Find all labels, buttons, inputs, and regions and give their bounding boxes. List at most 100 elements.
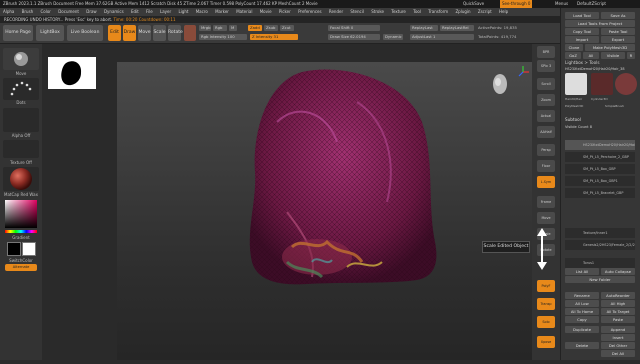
material-swatch[interactable] [184,25,196,41]
m-toggle[interactable]: M [229,25,237,31]
home-page-button[interactable]: Home Page [3,25,33,41]
secondary-color-swatch[interactable] [22,242,36,256]
menu-texture[interactable]: Texture [391,9,406,14]
paste-tool-button[interactable]: Paste Tool [601,28,635,35]
append-button[interactable]: Append [601,326,635,333]
menu-layer[interactable]: Layer [160,9,171,14]
menu-material[interactable]: Material [236,9,252,14]
dynamic-toggle[interactable]: Dynamic [383,34,403,40]
polyf-button[interactable]: PolyF [537,280,555,292]
duplicate-button[interactable]: Duplicate [565,326,599,333]
load-tools-from-project-button[interactable]: Load Tools From Project [565,20,635,27]
subtool-item-3[interactable]: SM_Pt_L5_Box_GBP [565,164,635,174]
menu-render[interactable]: Render [329,9,343,14]
navigation-head-gizmo[interactable] [489,70,511,100]
menus-button[interactable]: Menus [555,0,568,8]
menu-color[interactable]: Color [40,9,50,14]
zcut-toggle[interactable]: Zcut [280,25,294,31]
texture-slot[interactable] [3,140,39,158]
paste-button[interactable]: Paste [601,316,635,323]
menu-movie[interactable]: Movie [260,9,272,14]
menu-file[interactable]: File [146,9,153,14]
delete-button[interactable]: Delete [565,342,599,349]
all-low-button[interactable]: All Low [565,300,599,307]
aahalf-button[interactable]: AAHalf [537,126,555,138]
menu-marker[interactable]: Marker [215,9,229,14]
auto-reorder-button[interactable]: AutoReorder [601,292,635,299]
menu-picker[interactable]: Picker [279,9,291,14]
all-to-home-button[interactable]: All To Home [565,308,599,315]
list-all-button[interactable]: List All [565,268,599,275]
save-as-button[interactable]: Save As [601,12,635,19]
subtool-item-2[interactable]: SM_Pt_L5_Perchoire_2_GBP [565,152,635,162]
visible-button[interactable]: Visible [601,52,625,59]
insert-button[interactable]: Insert [601,334,635,341]
lsym-button[interactable]: L.Sym [537,176,555,188]
spix-button[interactable]: SPix 3 [537,60,555,72]
menu-document[interactable]: Document [58,9,79,14]
mrgb-toggle[interactable]: Mrgb [199,25,211,31]
menu-zplugin[interactable]: Zplugin [455,9,470,14]
all-button[interactable]: All [583,52,599,59]
all-high-button[interactable]: All High [601,300,635,307]
goz-button[interactable]: GoZ [565,52,581,59]
zadd-toggle[interactable]: Zadd [248,25,262,31]
hue-strip[interactable] [5,230,37,233]
menu-preferences[interactable]: Preferences [298,9,322,14]
subtool-item-6[interactable]: Texture/Inner1 [565,228,635,238]
menu-zscript[interactable]: Zscript [478,9,492,14]
transp-button[interactable]: Transp [537,298,555,310]
3d-viewport[interactable] [117,62,532,360]
zsub-toggle[interactable]: Zsub [264,25,278,31]
rename-button[interactable]: Rename [565,292,599,299]
menu-draw[interactable]: Draw [86,9,96,14]
default-zscript-button[interactable]: DefaultZScript [577,0,606,8]
subtool-header[interactable]: Subtool [565,117,581,123]
lightbox-button[interactable]: LightBox [36,25,64,41]
new-folder-button[interactable]: New Folder [565,276,635,283]
scroll-button[interactable]: Scroll [537,78,555,90]
adjust-last-slider[interactable]: AdjustLast 1 [410,34,474,40]
z-intensity-slider[interactable]: Z Intensity 31 [250,34,298,40]
subtool-item-1[interactable]: HS23XtxtDemoH20/Hair20/Hair08P7 [565,140,635,150]
subtool-item-7[interactable]: Genesis2/2HS23/Female_2/2/2 [565,240,635,250]
make-polymesh3d-button[interactable]: Make PolyMesh3D [585,44,635,51]
alpha-slot[interactable] [3,108,39,132]
move-view-button[interactable]: Move [537,212,555,224]
menu-alpha[interactable]: Alpha [3,9,14,14]
replay-last-button[interactable]: ReplayLast [410,25,438,31]
hair-tool-thumb[interactable] [565,73,587,95]
stroke-slot[interactable] [3,78,39,100]
zoom-button[interactable]: Zoom [537,94,555,106]
rgb-intensity-slider[interactable]: Rgb Intensity 100 [199,34,247,40]
menu-dynamics[interactable]: Dynamics [104,9,124,14]
replay-last-rel-button[interactable]: ReplayLastRel [440,25,474,31]
focal-shift-slider[interactable]: Focal Shift 0 [328,25,380,31]
copy-tool-button[interactable]: Copy Tool [565,28,599,35]
cylinder-tool-thumb[interactable] [591,73,613,95]
switch-color-label[interactable]: SwitchColor [0,258,42,263]
edit-button[interactable]: Edit [108,25,121,41]
menu-light[interactable]: Light [178,9,188,14]
axis-gizmo[interactable] [515,64,531,80]
brush-slot[interactable] [3,48,39,70]
menu-tool[interactable]: Tool [413,9,421,14]
color-picker[interactable] [5,200,37,228]
scale-button[interactable]: Scale [153,25,166,41]
menu-transform[interactable]: Transform [428,9,448,14]
rotate-button[interactable]: Rotate [168,25,183,41]
bpr-button[interactable]: BPR [537,46,555,58]
del-all-button[interactable]: Del All [601,350,635,357]
copy-button[interactable]: Copy [565,316,599,323]
polymesh-tool-thumb[interactable] [615,73,637,95]
material-slot[interactable] [3,167,39,191]
menu-stroke[interactable]: Stroke [371,9,384,14]
navigation-thumbnail[interactable] [48,57,96,89]
subtool-item-4[interactable]: SM_Pt_L5_Box_GBP1 [565,176,635,186]
persp-button[interactable]: Persp [537,144,555,156]
draw-button[interactable]: Draw [123,25,136,41]
quicksave-button[interactable]: QuickSave [463,0,484,8]
xpose-button[interactable]: Xpose [537,336,555,348]
del-other-button[interactable]: Del Other [601,342,635,349]
move-button[interactable]: Move [138,25,151,41]
